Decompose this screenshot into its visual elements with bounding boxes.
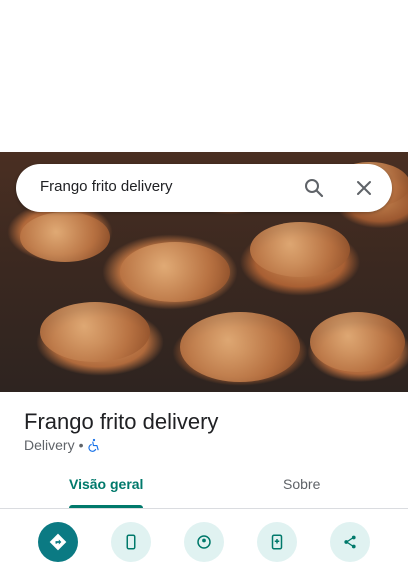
call-button[interactable] xyxy=(111,522,151,562)
directions-button[interactable] xyxy=(38,522,78,562)
directions-icon xyxy=(49,533,67,551)
place-category: Delivery xyxy=(24,437,75,453)
wheelchair-icon xyxy=(88,438,100,452)
map-pin-button[interactable] xyxy=(184,522,224,562)
divider xyxy=(0,508,408,509)
share-icon xyxy=(344,535,356,549)
close-icon[interactable] xyxy=(352,176,376,200)
tab-overview[interactable]: Visão geral xyxy=(69,476,143,492)
tab-about[interactable]: Sobre xyxy=(283,476,320,492)
separator-dot: • xyxy=(78,437,84,453)
place-title: Frango frito delivery xyxy=(24,409,219,434)
search-input[interactable]: Frango frito delivery xyxy=(40,178,173,195)
call-icon xyxy=(126,534,136,550)
share-button[interactable] xyxy=(330,522,370,562)
tab-bar: Visão geral Sobre xyxy=(0,468,408,508)
search-bar[interactable]: Frango frito delivery xyxy=(16,164,392,212)
search-icon[interactable] xyxy=(302,176,326,200)
save-phone-icon xyxy=(271,534,283,550)
save-phone-button[interactable] xyxy=(257,522,297,562)
map-pin-icon xyxy=(197,535,211,549)
place-subtitle: Delivery • xyxy=(24,437,101,453)
